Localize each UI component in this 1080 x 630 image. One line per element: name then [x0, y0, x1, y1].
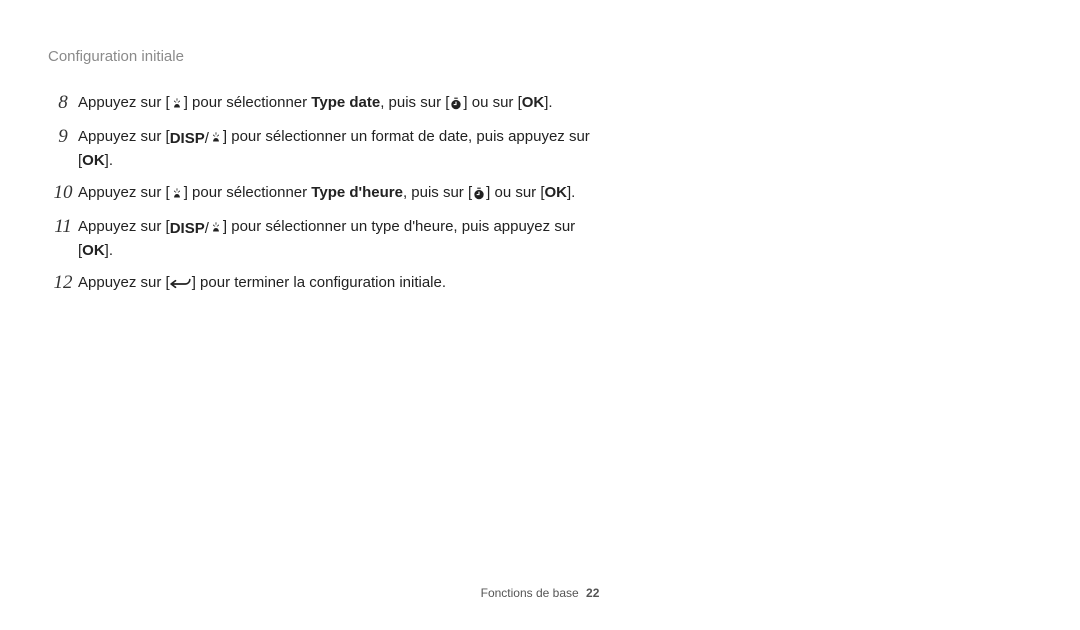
- page: Configuration initiale 8 Appuyez sur [ ]…: [0, 0, 1080, 630]
- macro-icon: [170, 184, 184, 206]
- back-icon: [170, 274, 192, 296]
- text: Appuyez sur [: [78, 274, 170, 291]
- disp-macro-icon: DISP/: [170, 218, 223, 240]
- text: ] pour sélectionner: [184, 94, 312, 111]
- step-row: 8 Appuyez sur [ ] pour sélectionner Type…: [48, 92, 593, 116]
- disp-macro-icon: DISP/: [170, 128, 223, 150]
- page-number: 22: [586, 586, 599, 600]
- text: ] ou sur [: [463, 94, 521, 111]
- text: Appuyez sur [: [78, 94, 170, 111]
- step-number: 11: [48, 216, 78, 238]
- timer-icon: [472, 184, 486, 206]
- steps-list: 8 Appuyez sur [ ] pour sélectionner Type…: [48, 92, 593, 306]
- step-text: Appuyez sur [DISP/] pour sélectionner un…: [78, 126, 593, 172]
- step-number: 12: [48, 272, 78, 294]
- text: Appuyez sur [: [78, 184, 170, 201]
- timer-icon: [449, 94, 463, 116]
- ok-icon: OK: [522, 94, 545, 111]
- step-row: 9 Appuyez sur [DISP/] pour sélectionner …: [48, 126, 593, 172]
- text: ] ou sur [: [486, 184, 544, 201]
- text: Appuyez sur [: [78, 128, 170, 145]
- step-text: Appuyez sur [ ] pour sélectionner Type d…: [78, 182, 593, 206]
- section-heading: Configuration initiale: [48, 48, 184, 65]
- step-number: 9: [48, 126, 78, 148]
- text: Appuyez sur [: [78, 218, 170, 235]
- step-row: 10 Appuyez sur [ ] pour sélectionner Typ…: [48, 182, 593, 206]
- text: ].: [567, 184, 575, 201]
- step-number: 8: [48, 92, 78, 114]
- step-text: Appuyez sur [ ] pour terminer la configu…: [78, 272, 593, 296]
- macro-icon: [170, 94, 184, 116]
- page-footer: Fonctions de base 22: [0, 586, 1080, 600]
- text: , puis sur [: [403, 184, 472, 201]
- text: ].: [544, 94, 552, 111]
- text: ].: [105, 152, 113, 169]
- step-text: Appuyez sur [ ] pour sélectionner Type d…: [78, 92, 593, 116]
- text: ] pour sélectionner: [184, 184, 312, 201]
- bold-text: Type d'heure: [311, 184, 403, 201]
- step-text: Appuyez sur [DISP/] pour sélectionner un…: [78, 216, 593, 262]
- step-row: 12 Appuyez sur [ ] pour terminer la conf…: [48, 272, 593, 296]
- ok-icon: OK: [82, 242, 105, 259]
- footer-section: Fonctions de base: [481, 586, 579, 600]
- ok-icon: OK: [545, 184, 568, 201]
- text: ].: [105, 242, 113, 259]
- text: ] pour terminer la configuration initial…: [192, 274, 446, 291]
- step-number: 10: [48, 182, 78, 204]
- text: , puis sur [: [380, 94, 449, 111]
- step-row: 11 Appuyez sur [DISP/] pour sélectionner…: [48, 216, 593, 262]
- ok-icon: OK: [82, 152, 105, 169]
- bold-text: Type date: [311, 94, 380, 111]
